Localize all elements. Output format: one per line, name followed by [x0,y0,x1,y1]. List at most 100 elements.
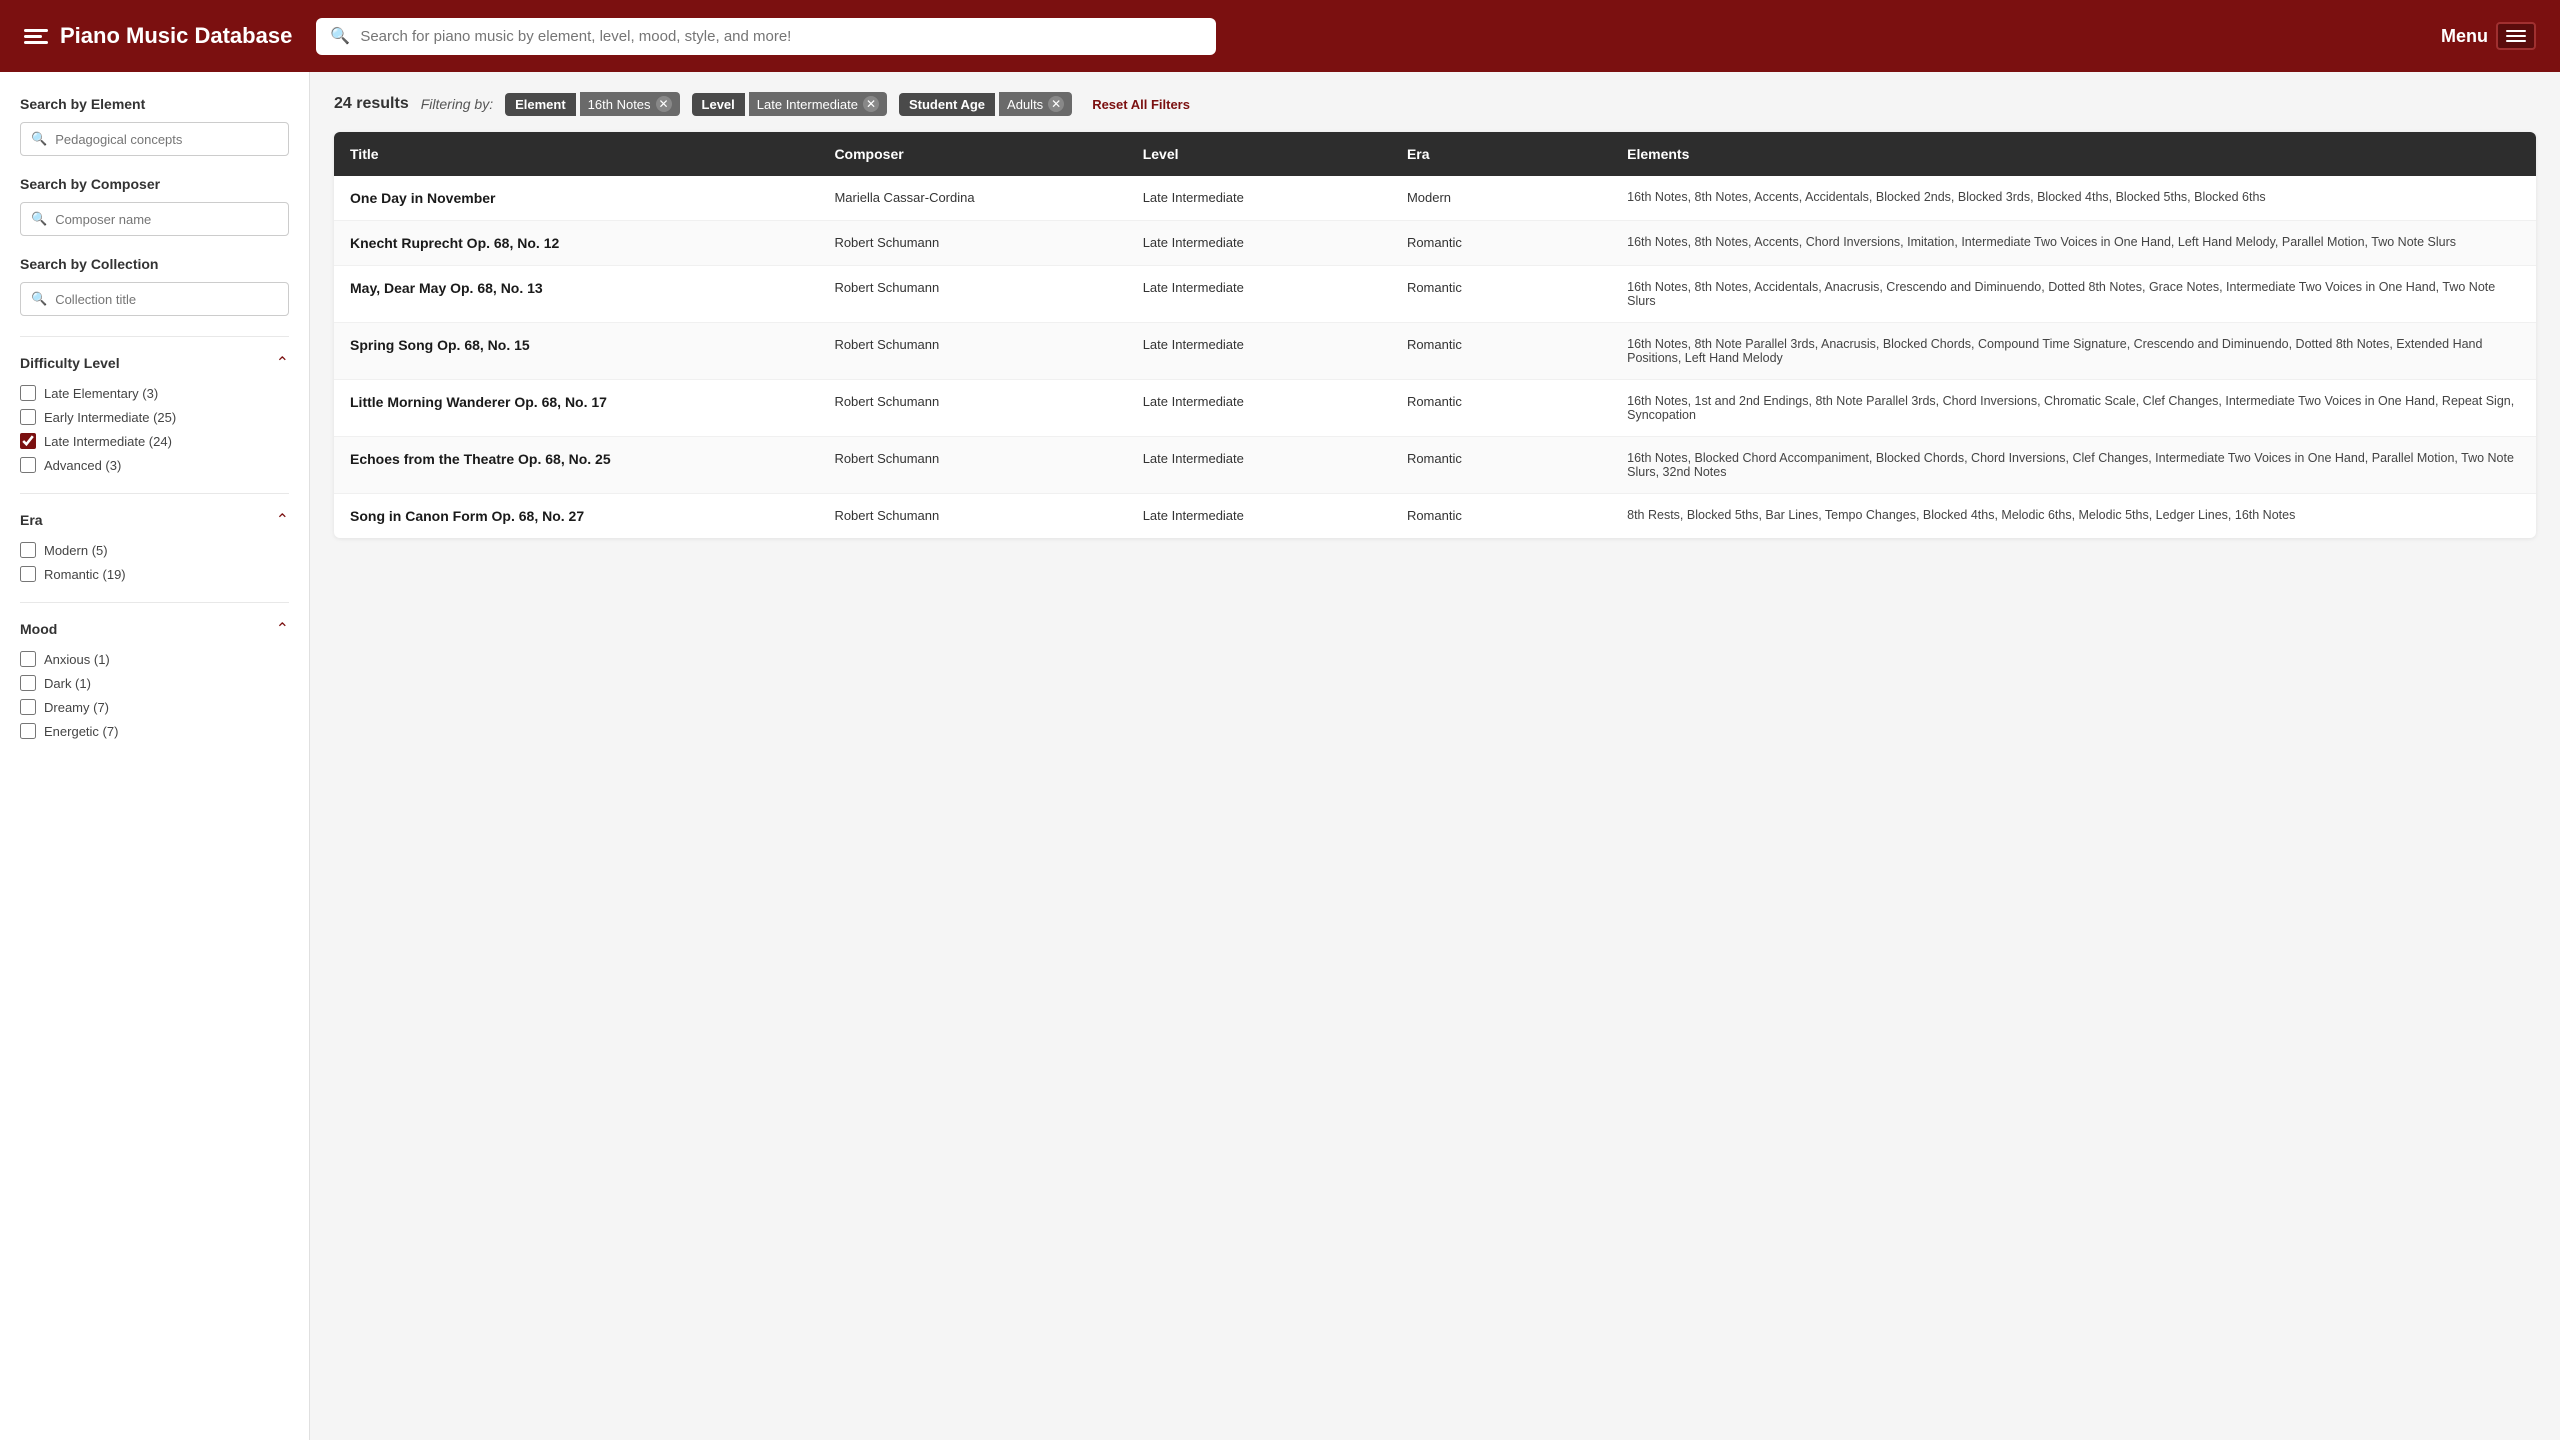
filter-tag-level-type: Level [692,93,745,116]
difficulty-checkbox[interactable] [20,409,36,425]
difficulty-checkbox[interactable] [20,433,36,449]
app-header: Piano Music Database 🔍 Menu [0,0,2560,72]
era-label[interactable]: Modern (5) [44,543,108,558]
filter-tag-age: Student Age Adults ✕ [899,92,1072,116]
row-elements: 16th Notes, 8th Notes, Accidentals, Anac… [1611,266,2536,323]
mood-checkbox[interactable] [20,651,36,667]
era-section-header[interactable]: Era ⌃ [20,510,289,530]
search-element-title: Search by Element [20,96,289,112]
search-collection-input[interactable] [55,292,278,307]
mood-label[interactable]: Anxious (1) [44,652,110,667]
search-element-box: 🔍 [20,122,289,156]
difficulty-section-title: Difficulty Level [20,355,120,371]
difficulty-label[interactable]: Late Intermediate (24) [44,434,172,449]
mood-chevron-icon: ⌃ [276,619,289,639]
mood-checkbox[interactable] [20,699,36,715]
row-elements: 16th Notes, 8th Notes, Accents, Accident… [1611,176,2536,221]
row-era: Modern [1391,176,1611,221]
filter-tag-level-remove[interactable]: ✕ [863,96,879,112]
row-level: Late Intermediate [1127,176,1391,221]
table-row[interactable]: One Day in November Mariella Cassar-Cord… [334,176,2536,221]
search-composer-input[interactable] [55,212,278,227]
search-collection-title: Search by Collection [20,256,289,272]
table-row[interactable]: May, Dear May Op. 68, No. 13 Robert Schu… [334,266,2536,323]
filter-tag-age-value: Adults ✕ [999,92,1072,116]
row-elements: 16th Notes, 1st and 2nd Endings, 8th Not… [1611,380,2536,437]
global-search: 🔍 [316,18,1216,55]
row-era: Romantic [1391,437,1611,494]
era-option: Modern (5) [20,542,289,558]
search-input[interactable] [316,18,1216,55]
row-composer: Robert Schumann [818,266,1126,323]
reset-filters-button[interactable]: Reset All Filters [1092,97,1190,112]
table-row[interactable]: Spring Song Op. 68, No. 15 Robert Schuma… [334,323,2536,380]
era-option: Romantic (19) [20,566,289,582]
row-title: Little Morning Wanderer Op. 68, No. 17 [334,380,818,437]
table-row[interactable]: Song in Canon Form Op. 68, No. 27 Robert… [334,494,2536,539]
filter-tag-age-type: Student Age [899,93,995,116]
mood-option: Energetic (7) [20,723,289,739]
mood-checkbox[interactable] [20,675,36,691]
mood-option: Dreamy (7) [20,699,289,715]
era-options: Modern (5) Romantic (19) [20,542,289,582]
era-section-title: Era [20,512,43,528]
row-title: May, Dear May Op. 68, No. 13 [334,266,818,323]
filter-tag-element-type: Element [505,93,576,116]
row-composer: Mariella Cassar-Cordina [818,176,1126,221]
table-row[interactable]: Echoes from the Theatre Op. 68, No. 25 R… [334,437,2536,494]
results-table: Title Composer Level Era Elements One Da… [334,132,2536,538]
search-composer-icon: 🔍 [31,211,47,227]
difficulty-label[interactable]: Late Elementary (3) [44,386,158,401]
row-era: Romantic [1391,380,1611,437]
table-row[interactable]: Knecht Ruprecht Op. 68, No. 12 Robert Sc… [334,221,2536,266]
mood-section-header[interactable]: Mood ⌃ [20,619,289,639]
menu-icon [2496,22,2536,50]
difficulty-label[interactable]: Advanced (3) [44,458,121,473]
mood-label[interactable]: Dreamy (7) [44,700,109,715]
difficulty-checkbox[interactable] [20,457,36,473]
era-label[interactable]: Romantic (19) [44,567,126,582]
col-level: Level [1127,132,1391,176]
difficulty-section: Difficulty Level ⌃ Late Elementary (3) Ea… [20,353,289,473]
difficulty-options: Late Elementary (3) Early Intermediate (2… [20,385,289,473]
logo[interactable]: Piano Music Database [24,23,292,49]
search-element-input[interactable] [55,132,278,147]
row-level: Late Intermediate [1127,380,1391,437]
row-era: Romantic [1391,323,1611,380]
era-section: Era ⌃ Modern (5) Romantic (19) [20,510,289,582]
row-title: Knecht Ruprecht Op. 68, No. 12 [334,221,818,266]
era-checkbox[interactable] [20,542,36,558]
difficulty-label[interactable]: Early Intermediate (25) [44,410,176,425]
row-composer: Robert Schumann [818,221,1126,266]
row-era: Romantic [1391,221,1611,266]
results-count: 24 results [334,95,409,113]
mood-checkbox[interactable] [20,723,36,739]
col-elements: Elements [1611,132,2536,176]
search-collection-section: Search by Collection 🔍 [20,256,289,316]
row-era: Romantic [1391,494,1611,539]
difficulty-checkbox[interactable] [20,385,36,401]
row-composer: Robert Schumann [818,323,1126,380]
filter-tag-element-remove[interactable]: ✕ [656,96,672,112]
menu-label: Menu [2441,26,2488,47]
difficulty-option: Late Intermediate (24) [20,433,289,449]
filter-tag-age-remove[interactable]: ✕ [1048,96,1064,112]
era-chevron-icon: ⌃ [276,510,289,530]
search-element-icon: 🔍 [31,131,47,147]
row-composer: Robert Schumann [818,437,1126,494]
content-area: 24 results Filtering by: Element 16th No… [310,72,2560,1440]
mood-options: Anxious (1) Dark (1) Dreamy (7) Energetic (… [20,651,289,739]
row-level: Late Intermediate [1127,437,1391,494]
filter-tag-level-value: Late Intermediate ✕ [749,92,887,116]
table-row[interactable]: Little Morning Wanderer Op. 68, No. 17 R… [334,380,2536,437]
difficulty-section-header[interactable]: Difficulty Level ⌃ [20,353,289,373]
col-era: Era [1391,132,1611,176]
search-element-section: Search by Element 🔍 [20,96,289,156]
mood-label[interactable]: Energetic (7) [44,724,118,739]
menu-button[interactable]: Menu [2441,22,2536,50]
era-checkbox[interactable] [20,566,36,582]
row-title: Song in Canon Form Op. 68, No. 27 [334,494,818,539]
mood-label[interactable]: Dark (1) [44,676,91,691]
filtering-by-label: Filtering by: [421,96,493,112]
row-elements: 16th Notes, Blocked Chord Accompaniment,… [1611,437,2536,494]
